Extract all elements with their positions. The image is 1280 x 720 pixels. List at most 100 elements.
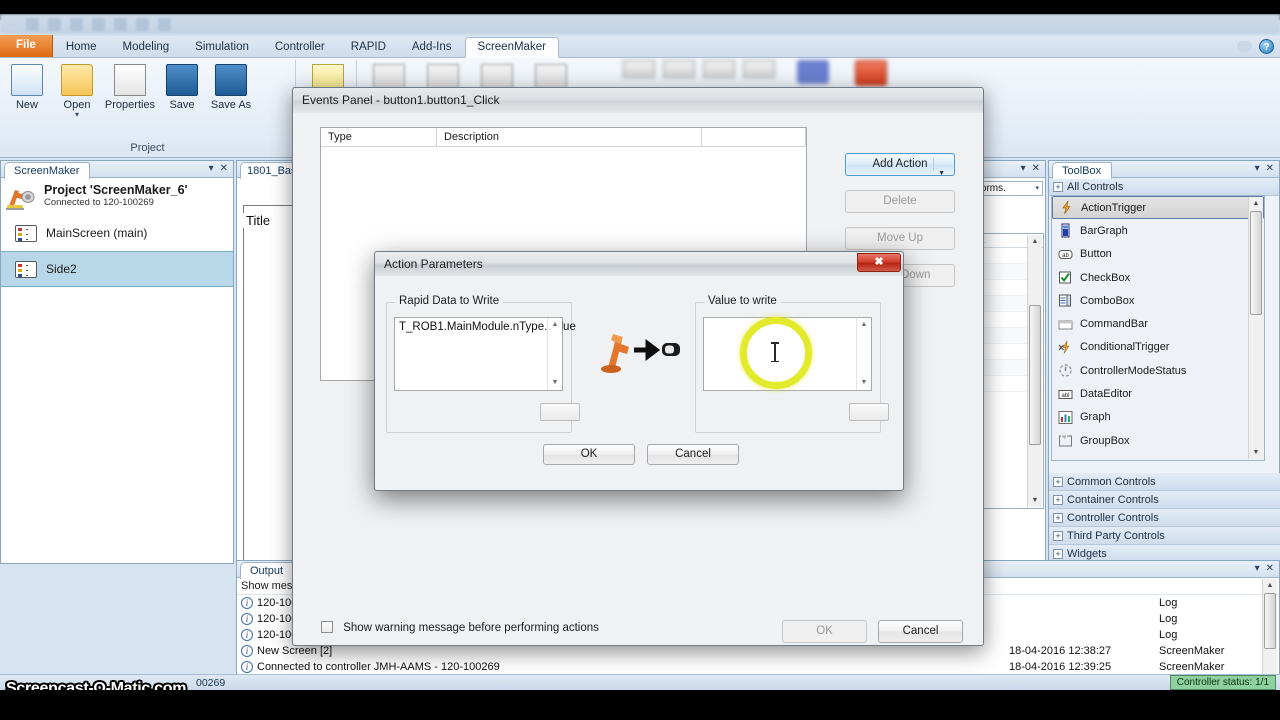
panel-menu-icon[interactable]: ▾ (1255, 564, 1260, 574)
expander-plus-icon[interactable]: + (1053, 494, 1063, 505)
toolbox-item-checkbox[interactable]: CheckBox (1052, 266, 1264, 289)
action-ok-button[interactable]: OK (543, 444, 635, 465)
expander-plus-icon[interactable]: + (1053, 512, 1063, 523)
toolbox-item-dataeditor[interactable]: abl DataEditor (1052, 382, 1264, 405)
scroll-down-icon[interactable]: ▼ (1249, 446, 1263, 459)
toolbox-group-controller-controls[interactable]: + Controller Controls (1049, 509, 1280, 527)
events-cancel-button[interactable]: Cancel (878, 620, 963, 643)
qat-redo-icon[interactable] (70, 17, 83, 31)
qat-customize-icon[interactable] (158, 17, 171, 31)
tab-output[interactable]: Output (240, 562, 295, 579)
toolbox-item-conditionaltrigger[interactable]: ConditionalTrigger (1052, 336, 1264, 359)
ribbon-tab-file[interactable]: File (0, 35, 53, 57)
toolbox-item-controllermodestatus[interactable]: ControllerModeStatus (1052, 359, 1264, 382)
toolbox-item-button[interactable]: ab Button (1052, 243, 1264, 266)
qat-save-icon[interactable] (26, 17, 39, 31)
quick-access-toolbar[interactable] (0, 14, 1280, 34)
close-icon[interactable]: ✕ (1266, 164, 1274, 174)
toolbox-item-groupbox[interactable]: xy GroupBox (1052, 429, 1264, 452)
close-icon[interactable]: ✕ (220, 164, 228, 174)
scrollbar-thumb[interactable] (1029, 305, 1041, 445)
events-ok-button[interactable]: OK (782, 620, 867, 643)
chevron-down-icon[interactable]: ▾ (1035, 182, 1042, 195)
ribbon-tab-modeling[interactable]: Modeling (110, 38, 183, 57)
close-icon[interactable]: ✖ (857, 253, 901, 272)
scroll-up-icon[interactable]: ▲ (1028, 235, 1042, 248)
move-up-button[interactable]: Move Up (845, 227, 955, 250)
ribbon-tab-home[interactable]: Home (53, 38, 110, 57)
rapid-data-listbox[interactable]: T_ROB1.MainModule.nType.Value ▲ ▼ (394, 317, 576, 391)
panel-menu-icon[interactable]: ▾ (1255, 164, 1260, 174)
chevron-down-icon[interactable]: ▼ (938, 163, 945, 184)
properties-grid-scrollbar[interactable]: ▲ ▼ (1027, 235, 1042, 507)
screencast-watermark: Screencast-O-Matic.com (6, 680, 187, 690)
scroll-down-icon[interactable]: ▼ (1028, 494, 1042, 507)
tab-screenmaker-panel[interactable]: ScreenMaker (4, 162, 91, 179)
toolbox-list-scrollbar[interactable]: ▲ ▼ (1248, 197, 1263, 459)
form-title-handle[interactable]: Title (243, 213, 274, 228)
ribbon-tab-controller[interactable]: Controller (262, 38, 338, 57)
show-warning-checkbox-row[interactable]: Show warning message before performing a… (321, 621, 599, 634)
column-extra[interactable] (702, 128, 806, 146)
ribbon-tab-screenmaker[interactable]: ScreenMaker (464, 37, 559, 58)
toolbox-group-container-controls[interactable]: + Container Controls (1049, 491, 1280, 509)
rapid-data-selected-value[interactable]: T_ROB1.MainModule.nType.Value (395, 318, 576, 333)
toolbox-item-combobox[interactable]: ComboBox (1052, 289, 1264, 312)
scroll-up-icon[interactable]: ▲ (857, 318, 871, 332)
add-action-button[interactable]: Add Action ▼ (845, 153, 955, 177)
close-icon[interactable]: ✕ (1032, 164, 1040, 174)
qat-check-icon[interactable] (92, 17, 105, 31)
tree-item-mainscreen[interactable]: MainScreen (main) (1, 215, 233, 251)
column-description[interactable]: Description (437, 128, 702, 146)
toolbox-group-common-controls[interactable]: + Common Controls (1049, 473, 1280, 491)
toolbox-item-bargraph[interactable]: BarGraph (1052, 219, 1264, 242)
value-to-write-scrollbar[interactable]: ▲ ▼ (856, 318, 871, 390)
close-icon[interactable]: ✕ (1266, 564, 1274, 574)
tree-item-side2[interactable]: Side2 (1, 251, 233, 287)
ribbon-tab-rapid[interactable]: RAPID (338, 38, 399, 57)
ribbon-tab-addins[interactable]: Add-Ins (399, 38, 465, 57)
scroll-down-icon[interactable]: ▼ (857, 376, 871, 390)
scrollbar-thumb[interactable] (1250, 211, 1262, 315)
ribbon-button-open[interactable]: Open ▾ (52, 64, 102, 119)
output-row[interactable]: i Connected to controller JMH-AAMS - 120… (237, 659, 1279, 675)
qat-extra2-icon[interactable] (136, 17, 149, 31)
qat-undo-icon[interactable] (48, 17, 61, 31)
help-icon[interactable]: ? (1259, 39, 1274, 54)
scroll-up-icon[interactable]: ▲ (1249, 197, 1263, 210)
expander-plus-icon[interactable]: + (1053, 181, 1063, 192)
ribbon-tab-simulation[interactable]: Simulation (182, 38, 262, 57)
ribbon-button-save[interactable]: Save (157, 64, 207, 111)
toolbox-group-all-controls[interactable]: + All Controls (1049, 178, 1279, 196)
scrollbar-thumb[interactable] (1264, 593, 1276, 649)
tab-toolbox[interactable]: ToolBox (1052, 162, 1113, 179)
action-cancel-button[interactable]: Cancel (647, 444, 739, 465)
scroll-up-icon[interactable]: ▲ (548, 318, 562, 332)
expander-plus-icon[interactable]: + (1053, 548, 1063, 559)
rapid-data-scrollbar[interactable]: ▲ ▼ (547, 318, 562, 390)
chevron-down-icon[interactable]: ▾ (52, 111, 102, 119)
toolbox-item-commandbar[interactable]: CommandBar (1052, 312, 1264, 335)
toolbox-item-graph[interactable]: Graph (1052, 406, 1264, 429)
ribbon-button-new[interactable]: New (2, 64, 52, 111)
rapid-data-browse-button[interactable] (540, 403, 580, 421)
toolbox-control-list[interactable]: ActionTrigger BarGraph ab Button CheckBo… (1051, 195, 1265, 461)
panel-menu-icon[interactable]: ▾ (209, 164, 214, 174)
value-to-write-browse-button[interactable] (849, 403, 889, 421)
expander-plus-icon[interactable]: + (1053, 476, 1063, 487)
scroll-down-icon[interactable]: ▼ (548, 376, 562, 390)
scroll-up-icon[interactable]: ▲ (1263, 579, 1277, 592)
delete-button[interactable]: Delete (845, 190, 955, 213)
output-scrollbar[interactable]: ▲ ▼ (1262, 579, 1277, 687)
cloud-icon[interactable] (1237, 41, 1252, 52)
app-menu-icon[interactable] (4, 17, 17, 31)
ribbon-button-properties[interactable]: Properties (100, 64, 160, 111)
toolbox-group-third-party-controls[interactable]: + Third Party Controls (1049, 527, 1280, 545)
expander-plus-icon[interactable]: + (1053, 530, 1063, 541)
toolbox-item-actiontrigger[interactable]: ActionTrigger (1052, 196, 1264, 220)
panel-menu-icon[interactable]: ▾ (1021, 164, 1026, 174)
show-warning-checkbox[interactable] (321, 621, 333, 633)
column-type[interactable]: Type (321, 128, 437, 146)
ribbon-button-save-as[interactable]: Save As (203, 64, 259, 111)
qat-extra-icon[interactable] (114, 17, 127, 31)
